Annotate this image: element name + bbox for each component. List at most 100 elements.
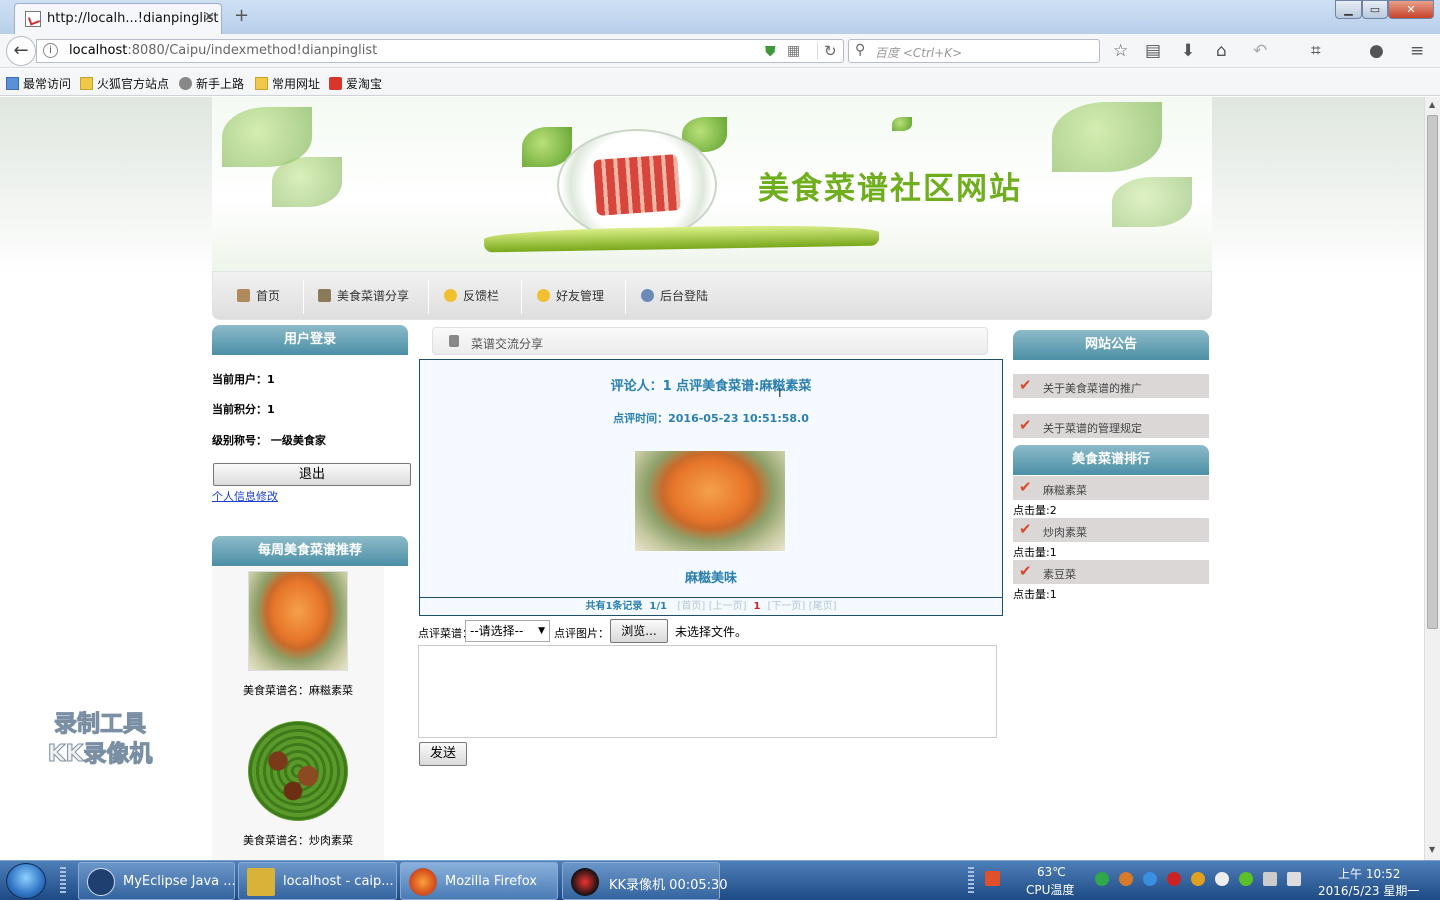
- tray-network-icon[interactable]: [1263, 872, 1277, 886]
- clock-time[interactable]: 上午 10:52: [1338, 865, 1400, 882]
- address-bar[interactable]: i localhost:8080/Caipu/indexmethod!dianp…: [36, 39, 844, 63]
- cpu-temperature: 63℃: [1037, 865, 1066, 879]
- leaf-decoration: [272, 157, 342, 207]
- page-scrollbar[interactable]: ▲ ▼: [1424, 97, 1440, 860]
- task-label: KK录像机 00:05:30: [609, 878, 728, 893]
- comment-textarea[interactable]: [418, 645, 997, 738]
- recommend-dish-image[interactable]: [248, 721, 348, 821]
- first-page-link[interactable]: [首页]: [677, 601, 705, 612]
- site-info-icon[interactable]: i: [43, 43, 58, 58]
- browser-tab[interactable]: http://localh...!dianpinglist ✕: [14, 3, 222, 34]
- kk-recorder-icon: [571, 868, 599, 896]
- tray-app-icon[interactable]: [1119, 872, 1133, 886]
- bookmark-label: 最常访问: [23, 77, 72, 91]
- recommend-dish-name[interactable]: 美食菜谱名：炒肉素菜: [243, 832, 353, 848]
- url-text[interactable]: localhost:8080/Caipu/indexmethod!dianpin…: [69, 43, 377, 58]
- reading-list-icon[interactable]: ▤: [1145, 41, 1161, 61]
- notice-item[interactable]: ✔ 关于菜谱的管理规定: [1013, 414, 1209, 438]
- notice-item[interactable]: ✔ 关于美食菜谱的推广: [1013, 374, 1209, 398]
- bookmark-item[interactable]: 新手上路: [179, 75, 244, 92]
- user-icon: [641, 289, 654, 302]
- task-myeclipse[interactable]: MyEclipse Java ...: [78, 862, 236, 900]
- tray-app-icon[interactable]: [1191, 872, 1205, 886]
- ranking-header: 美食菜谱排行: [1013, 445, 1209, 475]
- edit-profile-link[interactable]: 个人信息修改: [212, 488, 278, 504]
- current-user: 当前用户：1: [212, 373, 275, 386]
- current-page: 1: [753, 601, 761, 612]
- task-firefox[interactable]: Mozilla Firefox: [400, 862, 558, 900]
- next-page-link[interactable]: [下一页]: [767, 601, 805, 612]
- home-icon[interactable]: ⌂: [1216, 41, 1227, 61]
- bookmark-item[interactable]: 爱淘宝: [329, 75, 382, 92]
- site-banner: 美食菜谱社区网站: [212, 97, 1212, 271]
- browse-file-button[interactable]: 浏览...: [610, 619, 668, 643]
- recommend-dish-image[interactable]: [248, 571, 348, 671]
- url-path: :8080/Caipu/indexmethod!dianpinglist: [127, 43, 378, 58]
- download-icon[interactable]: ⬇: [1181, 41, 1195, 61]
- notice-header: 网站公告: [1013, 330, 1209, 360]
- menu-item-friends[interactable]: 好友管理: [537, 287, 604, 304]
- new-tab-button[interactable]: +: [234, 5, 249, 26]
- ranking-item[interactable]: ✔ 炒肉素菜: [1013, 518, 1209, 542]
- tray-shield-icon[interactable]: [1143, 872, 1157, 886]
- menu-item-admin-login[interactable]: 后台登陆: [641, 287, 708, 304]
- review-dish-image: [635, 451, 785, 551]
- last-page-link[interactable]: [尾页]: [809, 601, 837, 612]
- bookmark-item[interactable]: 常用网址: [255, 75, 320, 92]
- menu-separator: [521, 280, 522, 314]
- page-indicator: 1/1: [649, 601, 667, 612]
- tray-app-icon[interactable]: [1095, 872, 1109, 886]
- close-window-button[interactable]: ✕: [1388, 0, 1434, 19]
- task-localhost[interactable]: localhost - caip...: [238, 862, 397, 900]
- watermark-line: 录制工具: [54, 711, 147, 738]
- send-button[interactable]: 发送: [419, 742, 467, 766]
- scroll-up-icon[interactable]: ▲: [1429, 100, 1435, 109]
- tray-app-icon[interactable]: [1167, 872, 1181, 886]
- clock-date[interactable]: 2016/5/23 星期一: [1318, 882, 1419, 899]
- qr-code-icon[interactable]: ▦: [787, 43, 800, 59]
- undo-icon[interactable]: ↶: [1253, 41, 1267, 61]
- ranking-item[interactable]: ✔ 素豆菜: [1013, 560, 1209, 584]
- bookmark-item[interactable]: 最常访问: [6, 75, 71, 92]
- bookmark-item[interactable]: 火狐官方站点: [80, 75, 169, 92]
- tray-volume-icon[interactable]: [1287, 872, 1301, 886]
- task-kk-recorder[interactable]: KK录像机 00:05:30: [562, 862, 728, 900]
- menu-item-feedback[interactable]: 反馈栏: [444, 287, 499, 304]
- recipe-select[interactable]: --请选择-- ▼: [465, 620, 550, 642]
- prev-page-link[interactable]: [上一页]: [709, 601, 747, 612]
- scrollbar-thumb[interactable]: [1427, 115, 1438, 629]
- minimize-button[interactable]: ▁: [1335, 0, 1362, 19]
- breadcrumb: 菜谱交流分享: [432, 327, 988, 355]
- tray-qq-icon[interactable]: [1215, 872, 1229, 886]
- ranking-item[interactable]: ✔ 麻糍素菜: [1013, 476, 1209, 500]
- menu-item-share[interactable]: 美食菜谱分享: [318, 287, 409, 304]
- weekly-recommend-header: 每周美食菜谱推荐: [212, 536, 408, 566]
- review-dish-name: 麻糍美味: [684, 571, 737, 586]
- meat-dish-image: [593, 154, 681, 216]
- bookmark-star-icon[interactable]: ☆: [1113, 41, 1128, 61]
- most-visited-icon: [6, 77, 19, 90]
- search-input[interactable]: ⚲ 百度 <Ctrl+K>: [848, 39, 1100, 63]
- security-shield-icon[interactable]: ⛊: [765, 44, 776, 60]
- share-icon: [318, 289, 331, 302]
- maximize-button[interactable]: ▭: [1362, 0, 1388, 19]
- chat-bubble-icon[interactable]: ●: [1369, 41, 1384, 61]
- menu-hamburger-icon[interactable]: ≡: [1410, 41, 1424, 61]
- close-tab-icon[interactable]: ✕: [204, 10, 215, 25]
- menu-item-home[interactable]: 首页: [237, 287, 280, 304]
- level-title: 级别称号： 一级美食家: [212, 434, 326, 447]
- back-button[interactable]: ←: [6, 36, 36, 66]
- menu-label: 反馈栏: [463, 289, 500, 303]
- start-button[interactable]: [6, 863, 46, 899]
- screenshot-crop-icon[interactable]: ⌗: [1311, 41, 1321, 61]
- logout-button[interactable]: 退出: [213, 463, 411, 486]
- folder-icon: [247, 868, 275, 896]
- page-icon: [449, 335, 459, 347]
- scroll-down-icon[interactable]: ▼: [1429, 845, 1435, 854]
- bookmark-label: 新手上路: [196, 77, 245, 91]
- tray-app-icon[interactable]: [1239, 872, 1253, 886]
- reload-icon[interactable]: ↻: [817, 42, 837, 60]
- site-title: 美食菜谱社区网站: [758, 171, 1022, 207]
- recommend-dish-name[interactable]: 美食菜谱名：麻糍素菜: [243, 682, 353, 698]
- sogou-input-icon[interactable]: [985, 871, 1000, 886]
